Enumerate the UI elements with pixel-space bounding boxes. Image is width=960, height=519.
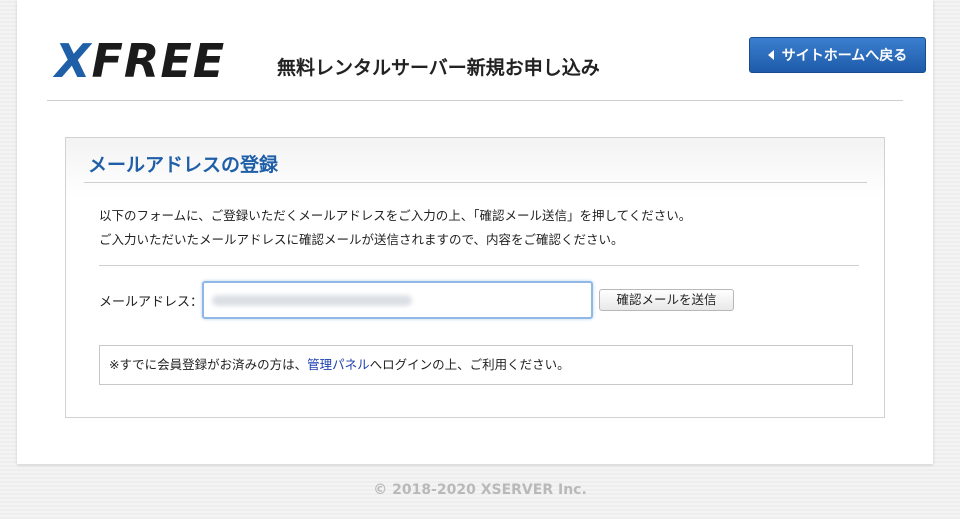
site-header: XFREE 無料レンタルサーバー新規お申し込み サイトホームへ戻る bbox=[47, 0, 926, 101]
email-registration-panel: メールアドレスの登録 以下のフォームに、ご登録いただくメールアドレスをご入力の上… bbox=[65, 137, 885, 418]
panel-title: メールアドレスの登録 bbox=[88, 154, 279, 176]
title-divider bbox=[84, 182, 867, 183]
blurred-email-value bbox=[212, 295, 412, 306]
note-suffix: へログインの上、ご利用ください。 bbox=[369, 357, 570, 372]
email-label: メールアドレス： bbox=[99, 295, 204, 310]
xfree-logo[interactable]: XFREE bbox=[55, 38, 225, 84]
note-prefix: ※すでに会員登録がお済みの方は、 bbox=[109, 357, 308, 372]
chevron-left-icon bbox=[767, 50, 774, 60]
send-confirmation-email-button[interactable]: 確認メールを送信 bbox=[599, 289, 734, 311]
description-line-2: ご入力いただいたメールアドレスに確認メールが送信されますので、内容をご確認くださ… bbox=[99, 232, 624, 247]
back-to-home-label: サイトホームへ戻る bbox=[781, 48, 908, 64]
form-description: 以下のフォームに、ご登録いただくメールアドレスをご入力の上、「確認メール送信」を… bbox=[99, 204, 691, 252]
logo-text: FREE bbox=[91, 34, 226, 88]
description-line-1: 以下のフォームに、ご登録いただくメールアドレスをご入力の上、「確認メール送信」を… bbox=[99, 208, 692, 223]
admin-panel-link[interactable]: 管理パネル bbox=[307, 357, 370, 372]
existing-member-note: ※すでに会員登録がお済みの方は、管理パネルへログインの上、ご利用ください。 bbox=[99, 345, 853, 385]
page-tagline: 無料レンタルサーバー新規お申し込み bbox=[277, 57, 600, 79]
back-to-home-button[interactable]: サイトホームへ戻る bbox=[749, 37, 926, 73]
logo-x: X bbox=[55, 34, 92, 88]
copyright-footer: © 2018-2020 XSERVER Inc. bbox=[373, 482, 587, 498]
page-container: XFREE 無料レンタルサーバー新規お申し込み サイトホームへ戻る メールアドレ… bbox=[17, 0, 933, 464]
description-divider bbox=[99, 265, 859, 266]
